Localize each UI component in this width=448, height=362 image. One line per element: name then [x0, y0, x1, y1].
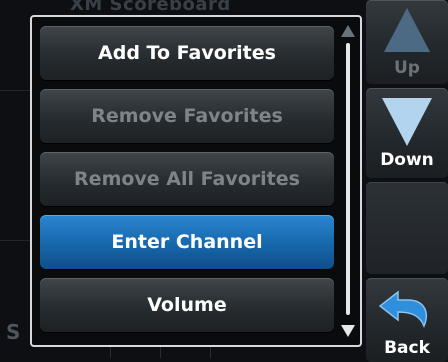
- background-fragment-text: S: [6, 320, 21, 344]
- volume-button[interactable]: Volume: [40, 278, 334, 332]
- scroll-down-arrow-icon[interactable]: [341, 325, 355, 337]
- remove-all-favorites-label: Remove All Favorites: [74, 168, 300, 190]
- add-to-favorites-label: Add To Favorites: [98, 42, 276, 64]
- up-arrow-icon: [384, 8, 430, 52]
- enter-channel-button[interactable]: Enter Channel: [40, 215, 334, 269]
- options-menu: Add To Favorites Remove Favorites Remove…: [30, 15, 362, 347]
- down-label: Down: [380, 150, 434, 170]
- up-button[interactable]: Up: [366, 0, 448, 84]
- back-arrow-icon: [378, 290, 428, 328]
- back-label: Back: [384, 338, 430, 358]
- background-divider: [0, 240, 30, 241]
- add-to-favorites-button[interactable]: Add To Favorites: [40, 26, 334, 80]
- enter-channel-label: Enter Channel: [111, 231, 263, 253]
- remove-favorites-label: Remove Favorites: [91, 105, 283, 127]
- remove-favorites-button[interactable]: Remove Favorites: [40, 89, 334, 143]
- background-page-title: XM Scoreboard: [70, 0, 231, 15]
- back-button[interactable]: Back: [366, 278, 448, 362]
- blank-softkey: [366, 182, 448, 274]
- menu-scrollbar[interactable]: [341, 23, 355, 339]
- scrollbar-thumb[interactable]: [346, 43, 350, 315]
- down-arrow-icon: [382, 98, 432, 146]
- background-tick: [110, 346, 111, 358]
- background-tick: [210, 346, 211, 358]
- down-button[interactable]: Down: [366, 88, 448, 178]
- scroll-up-arrow-icon[interactable]: [341, 25, 355, 37]
- background-tick: [160, 346, 161, 358]
- background-divider: [0, 90, 30, 91]
- volume-label: Volume: [147, 294, 227, 316]
- remove-all-favorites-button[interactable]: Remove All Favorites: [40, 152, 334, 206]
- up-label: Up: [394, 58, 420, 78]
